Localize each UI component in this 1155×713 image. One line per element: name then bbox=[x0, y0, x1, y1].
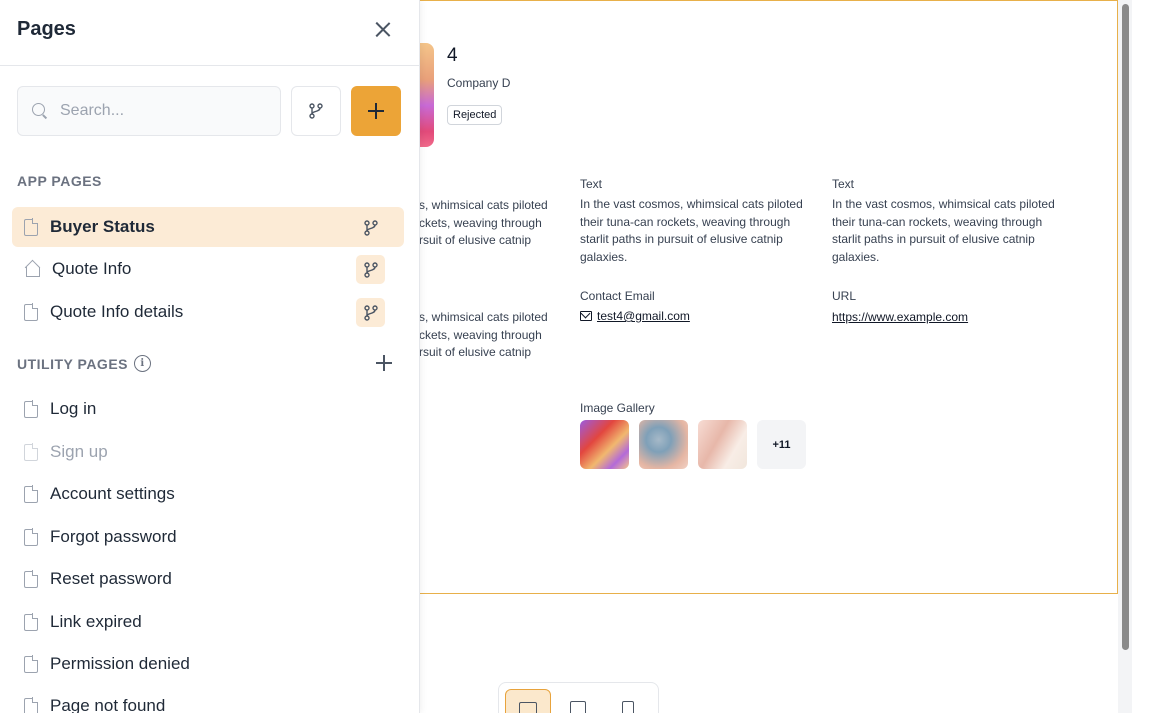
email-text: test4@gmail.com bbox=[597, 309, 690, 323]
branch-icon bbox=[309, 103, 323, 119]
cut-text-line: rsuit of elusive catnip bbox=[419, 233, 532, 247]
document-icon bbox=[24, 303, 39, 321]
contact-email-field: Contact Email test4@gmail.com bbox=[580, 289, 810, 326]
page-label: Buyer Status bbox=[50, 217, 155, 236]
branch-icon bbox=[363, 304, 378, 321]
page-item-buyer-status[interactable]: Buyer Status bbox=[12, 207, 404, 247]
page-item-link-expired[interactable]: Link expired bbox=[12, 602, 404, 642]
page-branch-button[interactable] bbox=[356, 255, 385, 284]
cut-text-line: ckets, weaving through bbox=[419, 215, 542, 230]
page-label: Link expired bbox=[50, 612, 142, 631]
section-label-text: APP PAGES bbox=[17, 173, 102, 189]
desktop-icon bbox=[519, 702, 537, 713]
right-gutter bbox=[1132, 0, 1155, 713]
mail-icon bbox=[580, 311, 592, 321]
document-icon bbox=[24, 570, 39, 588]
cut-text-line: ckets, weaving through bbox=[419, 327, 542, 342]
gallery-image[interactable] bbox=[639, 420, 688, 469]
page-preview-frame: 4 Company D Rejected s, whimsical cats p… bbox=[300, 0, 1118, 594]
search-input[interactable] bbox=[60, 102, 260, 120]
page-label: Quote Info details bbox=[50, 302, 184, 321]
url-field: URL https://www.example.com bbox=[832, 289, 1062, 326]
record-title: 4 bbox=[447, 45, 458, 66]
gallery-label: Image Gallery bbox=[580, 401, 655, 415]
page-item-sign-up[interactable]: Sign up bbox=[12, 432, 404, 472]
field-label: URL bbox=[832, 289, 857, 303]
app-root: 4 Company D Rejected s, whimsical cats p… bbox=[0, 0, 1155, 713]
cut-text-line: s, whimsical cats piloted bbox=[419, 310, 548, 324]
mobile-view-button[interactable] bbox=[605, 689, 651, 713]
image-gallery: +11 bbox=[580, 420, 806, 469]
page-label: Permission denied bbox=[50, 654, 190, 673]
app-pages-heading: APP PAGES bbox=[17, 173, 102, 189]
page-item-page-not-found[interactable]: Page not found bbox=[12, 686, 404, 713]
page-item-permission-denied[interactable]: Permission denied bbox=[12, 644, 404, 684]
add-utility-page-button[interactable] bbox=[376, 355, 392, 371]
page-item-quote-info[interactable]: Quote Info bbox=[12, 249, 404, 289]
page-label: Forgot password bbox=[50, 527, 177, 546]
panel-title: Pages bbox=[17, 18, 76, 40]
gallery-image[interactable] bbox=[580, 420, 629, 469]
close-button[interactable] bbox=[370, 17, 395, 42]
page-label: Quote Info bbox=[52, 259, 132, 278]
page-branch-button[interactable] bbox=[356, 298, 385, 327]
url-link[interactable]: https://www.example.com bbox=[832, 310, 968, 324]
document-icon bbox=[24, 528, 39, 546]
utility-pages-heading: UTILITY PAGES i bbox=[17, 355, 151, 372]
status-badge: Rejected bbox=[447, 105, 503, 125]
record-company: Company D bbox=[447, 76, 511, 90]
image-gallery-label-wrap: Image Gallery bbox=[580, 401, 810, 420]
page-label: Reset password bbox=[50, 569, 172, 588]
document-icon bbox=[24, 485, 39, 503]
cut-text-line: rsuit of elusive catnip bbox=[419, 345, 532, 359]
page-item-quote-info-details[interactable]: Quote Info details bbox=[12, 292, 404, 332]
page-label: Sign up bbox=[50, 442, 108, 461]
field-label: Text bbox=[580, 177, 603, 191]
device-switcher bbox=[498, 682, 659, 713]
branch-icon bbox=[363, 261, 378, 278]
field-label: Text bbox=[832, 177, 855, 191]
info-icon[interactable]: i bbox=[134, 355, 151, 372]
page-branch-button[interactable] bbox=[356, 213, 385, 242]
cut-text-line: s, whimsical cats piloted bbox=[419, 198, 548, 212]
gallery-more-button[interactable]: +11 bbox=[757, 420, 806, 469]
document-icon bbox=[24, 655, 39, 673]
text-field-2: Text In the vast cosmos, whimsical cats … bbox=[832, 177, 1062, 266]
page-label: Page not found bbox=[50, 696, 166, 713]
search-box bbox=[17, 86, 281, 136]
page-label: Account settings bbox=[50, 484, 175, 503]
section-label-text: UTILITY PAGES bbox=[17, 355, 128, 372]
page-item-account-settings[interactable]: Account settings bbox=[12, 474, 404, 514]
field-value: In the vast cosmos, whimsical cats pilot… bbox=[580, 197, 803, 264]
document-icon bbox=[24, 400, 39, 418]
field-label: Contact Email bbox=[580, 289, 655, 303]
phone-icon bbox=[622, 701, 634, 713]
gallery-image[interactable] bbox=[698, 420, 747, 469]
cut-text-block-2: s, whimsical cats piloted ckets, weaving… bbox=[419, 309, 559, 362]
page-item-log-in[interactable]: Log in bbox=[12, 389, 404, 429]
desktop-view-button[interactable] bbox=[505, 689, 551, 713]
document-icon bbox=[24, 697, 39, 713]
page-item-forgot-password[interactable]: Forgot password bbox=[12, 517, 404, 557]
tablet-view-button[interactable] bbox=[555, 689, 601, 713]
document-icon bbox=[24, 613, 39, 631]
text-field-1: Text In the vast cosmos, whimsical cats … bbox=[580, 177, 810, 266]
branch-icon bbox=[363, 219, 378, 236]
scrollbar-thumb[interactable] bbox=[1122, 4, 1129, 650]
page-item-reset-password[interactable]: Reset password bbox=[12, 559, 404, 599]
pages-panel: Pages APP PAGES Buyer Status bbox=[0, 0, 420, 713]
page-label: Log in bbox=[50, 399, 97, 418]
tablet-icon bbox=[570, 701, 586, 713]
field-value: In the vast cosmos, whimsical cats pilot… bbox=[832, 197, 1055, 264]
document-icon bbox=[24, 443, 39, 461]
plus-icon bbox=[368, 103, 384, 119]
panel-header: Pages bbox=[0, 0, 420, 66]
home-icon bbox=[24, 261, 40, 277]
email-link[interactable]: test4@gmail.com bbox=[580, 309, 690, 323]
document-icon bbox=[24, 218, 39, 236]
branch-button[interactable] bbox=[291, 86, 341, 136]
search-icon bbox=[32, 103, 48, 119]
cut-text-block-1: s, whimsical cats piloted ckets, weaving… bbox=[419, 197, 559, 250]
add-page-button[interactable] bbox=[351, 86, 401, 136]
